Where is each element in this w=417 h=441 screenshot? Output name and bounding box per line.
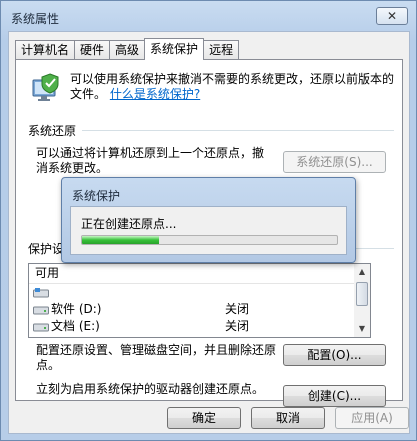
create-button[interactable]: 创建(C)... [283,385,386,407]
create-description: 立刻为启用系统保护的驱动器创建还原点。 [36,382,265,396]
close-icon: ✕ [386,9,398,23]
drive-list[interactable]: 可用 软件 (D:) 关闭 文档 (E:) 关闭 [28,263,366,338]
tab-remote[interactable]: 远程 [203,40,240,60]
title-bar[interactable]: 系统属性 ✕ [1,1,416,31]
system-restore-description: 可以通过将计算机还原到上一个还原点，撤消系统更改。 [36,146,265,175]
progress-dialog-body: 正在创建还原点... [70,206,347,255]
scroll-up-arrow-icon[interactable]: ▲ [354,264,370,280]
drive-name: 文档 (E:) [51,319,100,333]
tab-system-protection[interactable]: 系统保护 [144,38,205,60]
progress-bar [81,235,338,245]
drive-name: 软件 (D:) [51,302,102,316]
drive-protection-status: 关闭 [225,319,250,333]
drive-icon [33,306,49,315]
drive-icon [33,323,49,332]
progress-message: 正在创建还原点... [81,217,177,231]
tab-hardware[interactable]: 硬件 [74,40,111,60]
progress-dialog-title: 系统保护 [72,189,121,203]
system-protection-icon [32,73,59,101]
protection-settings-group-title: 保护设 [28,242,65,256]
system-drive-icon [33,288,49,298]
what-is-system-protection-link[interactable]: 什么是系统保护? [110,87,200,101]
system-protection-progress-dialog: 系统保护 正在创建还原点... [61,177,356,263]
progress-bar-fill [82,236,159,244]
list-header-available-drives[interactable]: 可用 [29,264,365,284]
system-restore-group-title: 系统还原 [28,124,77,138]
cancel-button[interactable]: 取消 [251,407,325,429]
intro-text: 可以使用系统保护来撤消不需要的系统更改，还原以前版本的文件。 什么是系统保护? [70,72,400,102]
tab-strip: 计算机名 硬件 高级 系统保护 远程 [15,38,240,60]
scroll-thumb[interactable] [356,282,368,306]
drive-list-scrollbar[interactable]: ▲ ▼ [354,263,371,338]
drive-protection-status: 关闭 [225,302,250,316]
tab-advanced[interactable]: 高级 [109,40,146,60]
divider [82,130,394,131]
configure-button[interactable]: 配置(O)... [283,344,386,366]
system-restore-button[interactable]: 系统还原(S)... [283,151,386,173]
close-button[interactable]: ✕ [376,7,408,25]
system-properties-window: 系统属性 ✕ 计算机名 硬件 高级 系统保护 远程 可以使用系统保护来撤消不需要… [0,0,417,441]
apply-button[interactable]: 应用(A) [335,407,409,429]
configure-description: 配置还原设置、管理磁盘空间，并且删除还原点。 [36,343,277,372]
tab-computer-name[interactable]: 计算机名 [15,40,76,60]
list-item[interactable]: 文档 (E:) 关闭 [29,318,365,335]
scroll-down-arrow-icon[interactable]: ▼ [354,321,370,337]
window-title: 系统属性 [11,12,60,26]
list-item[interactable]: 软件 (D:) 关闭 [29,301,365,318]
list-item[interactable] [29,284,365,301]
ok-button[interactable]: 确定 [167,407,241,429]
